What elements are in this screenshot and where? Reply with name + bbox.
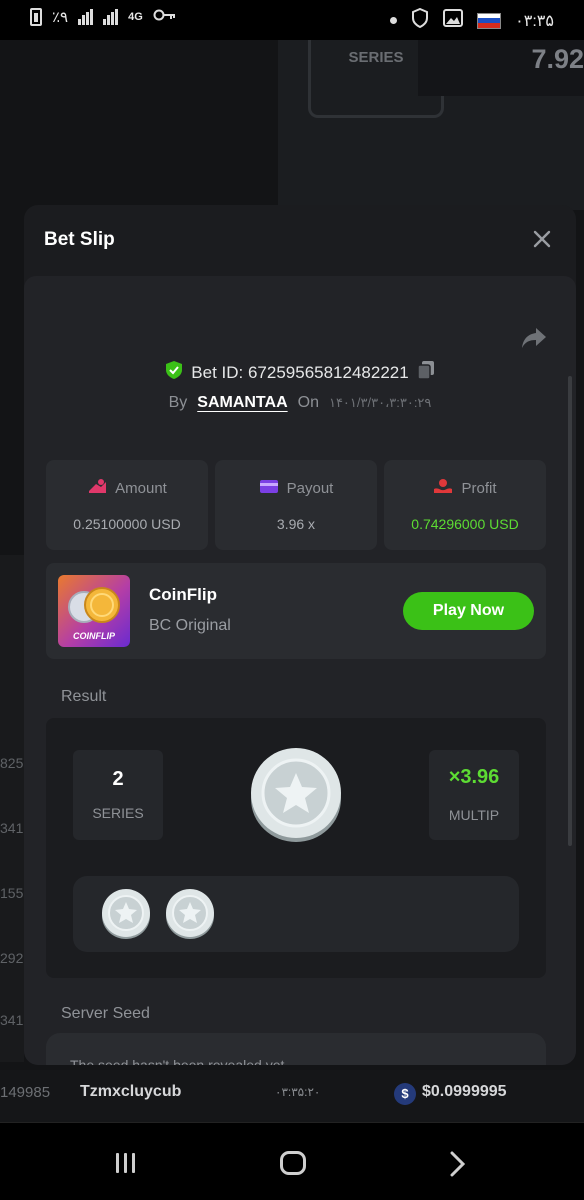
payout-card-icon (259, 478, 279, 498)
thumb-label: COINFLIP (73, 631, 116, 641)
clock-time: ۰۳:۳۵ (515, 12, 554, 30)
share-button[interactable] (520, 326, 548, 350)
background-feed-row[interactable]: 149985 Tzmxcluycub ۰۳:۳۵:۲۰ $ $0.0999995 (0, 1070, 584, 1122)
close-icon (533, 230, 551, 248)
stat-label: Amount (115, 479, 167, 497)
bet-datetime: ۱۴۰۱/۳/۳۰،۳:۳۰:۲۹ (328, 395, 432, 410)
game-card: COINFLIP CoinFlip BC Original Play Now (46, 563, 546, 659)
stat-value: 0.74296000 USD (411, 516, 519, 532)
server-seed-box: The seed hasn't been revealed yet (46, 1033, 546, 1065)
silver-coin-icon (101, 888, 151, 940)
stat-label: Profit (461, 479, 497, 497)
stat-value: 0.25100000 USD (73, 516, 181, 532)
network-type: 4G (128, 11, 143, 23)
modal-title: Bet Slip (44, 229, 115, 250)
background-multiplier: 7.92 (418, 40, 584, 96)
multiplier-value: ×3.96 (448, 766, 500, 788)
username-link[interactable]: SAMANTAA (197, 394, 287, 412)
usd-coin-icon: $ (394, 1083, 416, 1105)
profit-icon (433, 478, 453, 498)
server-seed-label: Server Seed (61, 1005, 150, 1022)
series-label: SERIES (92, 805, 144, 821)
series-value: 2 (112, 768, 124, 790)
bet-stats: Amount 0.25100000 USD Payout 3.96 x Prof… (46, 460, 546, 550)
notification-dot-icon (390, 17, 398, 24)
status-left: ٪۹ 4G (30, 8, 177, 26)
silver-coin-icon (165, 888, 215, 940)
stat-value: 3.96 x (276, 516, 316, 532)
stat-label: Payout (286, 479, 334, 497)
signal-icon (78, 9, 94, 25)
back-button[interactable] (446, 1151, 470, 1177)
recents-button[interactable] (116, 1153, 135, 1173)
status-right: ۰۳:۳۵ (390, 7, 554, 33)
bet-id: Bet ID: 67259565812482221 (191, 362, 409, 382)
home-button[interactable] (280, 1151, 306, 1175)
background-bet-list (0, 555, 24, 1062)
feed-bet-id: 149985 (0, 1084, 51, 1101)
shield-icon (411, 7, 429, 33)
background-list-number: 341 (0, 1012, 24, 1028)
feed-amount: $0.0999995 (422, 1083, 507, 1100)
multiplier-label: MULTIP (448, 807, 500, 823)
feed-time: ۰۳:۳۵:۲۰ (275, 1085, 321, 1099)
game-name: CoinFlip (149, 585, 217, 604)
play-now-button[interactable]: Play Now (403, 592, 534, 630)
battery-level: ٪۹ (52, 9, 69, 26)
image-icon (443, 9, 464, 32)
coinflip-thumbnail[interactable]: COINFLIP (58, 575, 130, 647)
stat-payout: Payout 3.96 x (215, 460, 377, 550)
scrollbar[interactable] (568, 376, 572, 846)
close-button[interactable] (530, 229, 554, 253)
flag-russia-icon (477, 12, 502, 29)
silver-coin-icon (250, 747, 342, 843)
coin-history (73, 876, 519, 952)
result-panel: 2 SERIES ×3.96 MULTIP (46, 718, 546, 978)
share-icon (522, 328, 546, 348)
background-list-number: 292 (0, 950, 24, 966)
by-label: By (168, 394, 188, 411)
copy-icon (416, 361, 434, 380)
status-bar: ٪۹ 4G ۰۳:۳۵ (0, 0, 584, 40)
bet-by-row: By SAMANTAA On ۱۴۰۱/۳/۳۰،۳:۳۰:۲۹ (24, 394, 576, 412)
stat-amount: Amount 0.25100000 USD (46, 460, 208, 550)
bet-slip-modal: Bet Slip Bet ID: 67259565812482221 By SA… (24, 205, 576, 1065)
background-list-number: 155 (0, 885, 24, 901)
signal-icon-2 (103, 9, 119, 25)
amount-icon (87, 478, 107, 498)
stat-profit: Profit 0.74296000 USD (384, 460, 546, 550)
multiplier-box: ×3.96 MULTIP (429, 750, 519, 840)
back-chevron-icon (450, 1151, 466, 1177)
copy-button[interactable] (416, 360, 435, 385)
battery-icon (30, 8, 42, 26)
coinflip-logo-icon: COINFLIP (68, 587, 120, 641)
game-subtitle: BC Original (149, 617, 231, 634)
on-label: On (297, 394, 319, 411)
feed-player[interactable]: Tzmxcluycub (80, 1083, 181, 1101)
modal-body[interactable]: Bet ID: 67259565812482221 By SAMANTAA On… (24, 276, 576, 1065)
bet-id-row: Bet ID: 67259565812482221 (24, 360, 576, 385)
vpn-key-icon (153, 8, 177, 26)
system-nav-bar (0, 1122, 584, 1200)
result-section-label: Result (61, 688, 107, 705)
background-list-number: 825 (0, 755, 24, 771)
verified-shield-icon (165, 360, 183, 385)
background-list-number: 341 (0, 820, 24, 836)
series-box: 2 SERIES (73, 750, 163, 840)
